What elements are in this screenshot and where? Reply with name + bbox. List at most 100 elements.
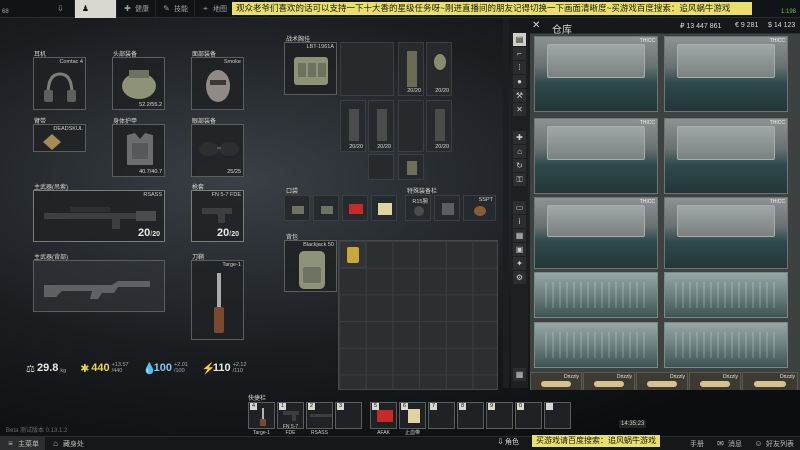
bottom-bar: ≡主菜单 ⌂藏身处 交易 手册 ✉消息 ☺好友列表 — [0, 436, 800, 450]
rig-mag-1[interactable]: 20/20 — [398, 42, 424, 96]
thicc-case[interactable]: THICC — [534, 197, 658, 269]
rig-mag-3[interactable]: 20/20 — [340, 100, 366, 152]
ammo-box[interactable] — [534, 272, 658, 318]
item-icon — [292, 206, 304, 214]
thicc-case[interactable]: THICC — [664, 36, 788, 112]
filter-food-icon[interactable]: ⌂ — [513, 145, 526, 158]
hotbar-slot[interactable]: 2 RSASS — [306, 402, 333, 436]
close-icon[interactable]: ✕ — [532, 20, 540, 31]
pocket-4[interactable] — [371, 195, 397, 221]
hotbar-slot[interactable]: 6 止血带 — [399, 402, 426, 436]
tab-character[interactable]: ♟ — [75, 0, 117, 18]
thicc-case[interactable]: THICC — [664, 197, 788, 269]
stash-grid[interactable]: THICC THICC THICC THICC THICC THICC Driz… — [530, 34, 800, 390]
rig-small-1[interactable] — [368, 154, 394, 180]
hotbar-slot[interactable]: 9 — [486, 402, 513, 429]
backpack-grid[interactable] — [338, 240, 498, 390]
main-menu-button[interactable]: ≡ 主菜单 — [0, 436, 45, 450]
primary-back-slot[interactable]: 主武器(背部) — [33, 255, 165, 312]
rig-mag-4[interactable]: 20/20 — [368, 100, 394, 152]
filter-ammo-icon[interactable]: ⁞ — [513, 61, 526, 74]
rig-slot[interactable]: LBT-1961A — [284, 42, 337, 95]
thicc-case[interactable]: THICC — [534, 36, 658, 112]
eyewear-slot[interactable]: 眼部装备 25/25 — [191, 119, 244, 177]
hotbar-slot[interactable]: 7 — [428, 402, 455, 429]
hotbar-slot[interactable]: 0 — [515, 402, 542, 429]
filter-grid-icon[interactable]: ▦ — [513, 368, 526, 381]
rig-mag-2[interactable]: 20/20 — [426, 42, 452, 96]
friends-button[interactable]: ☺ 好友列表 — [748, 437, 800, 450]
handbook-button[interactable]: 手册 — [684, 437, 710, 450]
filter-info-icon[interactable]: i — [513, 215, 526, 228]
messages-button[interactable]: ✉ 消息 — [710, 437, 748, 450]
armor-slot[interactable]: 身体护甲 40.7/40.7 — [112, 119, 165, 177]
tab-download[interactable]: ⇩ — [50, 0, 75, 18]
grenade-icon — [434, 54, 446, 70]
armor-durability: 40.7/40.7 — [139, 169, 162, 175]
special-slot-1[interactable]: R15腕 — [405, 195, 431, 221]
drizzly-item[interactable]: Drizzly — [689, 372, 741, 390]
backpack-item-1[interactable] — [339, 241, 366, 268]
special-slot-3[interactable]: SSPT — [463, 195, 496, 221]
weight-stat: ⚖ 29.8 kg — [26, 362, 66, 375]
pocket-3[interactable] — [342, 195, 368, 221]
ammo-box[interactable] — [664, 322, 788, 368]
role-button[interactable]: ⇩角色 — [496, 437, 519, 447]
rig-pouch-large[interactable] — [340, 42, 394, 96]
pocket-1[interactable] — [284, 195, 310, 221]
hotbar-slot[interactable]: 1 FN 5-7 FDE — [277, 402, 304, 436]
euros-balance: € 9 281 — [735, 22, 759, 29]
rig-small-2[interactable] — [398, 154, 424, 180]
filter-all-icon[interactable]: ▤ — [513, 33, 526, 46]
earpiece-slot[interactable]: 耳机 Comtac 4 — [33, 52, 86, 110]
filter-cross-icon[interactable]: ✕ — [513, 103, 526, 116]
hotbar-slot[interactable]: 4 Targe-1 — [248, 402, 275, 436]
filter-keys-icon[interactable]: ⚿ — [513, 173, 526, 186]
filter-grenade-icon[interactable]: ● — [513, 75, 526, 88]
drizzly-item[interactable]: Drizzly — [530, 372, 582, 390]
tab-map[interactable]: ⌖ 地图 — [195, 0, 234, 18]
tab-skills[interactable]: ✎ 技能 — [156, 0, 195, 18]
thicc-case[interactable]: THICC — [664, 118, 788, 194]
rig-mag-6[interactable]: 20/20 — [426, 100, 452, 152]
melee-slot[interactable]: 刀鞘 Targe-1 — [191, 255, 244, 340]
menu-icon: ≡ — [8, 439, 13, 448]
backpack-slot[interactable]: Blackjack 50 — [284, 240, 337, 292]
armband-slot[interactable]: 臂带 DEADSKUL — [33, 119, 86, 152]
filter-refresh-icon[interactable]: ↻ — [513, 159, 526, 172]
primary-name: RSASS — [143, 192, 162, 198]
hideout-button[interactable]: ⌂ 藏身处 — [45, 437, 90, 450]
filter-settings-icon[interactable]: ⚙ — [513, 271, 526, 284]
ammo-box[interactable] — [534, 322, 658, 368]
tab-health[interactable]: ✚ 健康 — [117, 0, 156, 18]
ammo-box[interactable] — [664, 272, 788, 318]
hotbar-slot[interactable]: 8 — [457, 402, 484, 429]
filter-container-icon[interactable]: ▭ — [513, 201, 526, 214]
top-stats: 68 — [0, 0, 50, 18]
filter-map-icon[interactable]: ▦ — [513, 229, 526, 242]
thicc-case[interactable]: THICC — [534, 118, 658, 194]
hotbar-slot[interactable] — [544, 402, 571, 429]
item-icon — [321, 206, 333, 214]
primary-weapon-slot[interactable]: 主武器(吊索) RSASS 20/20 — [33, 185, 165, 242]
health-icon: ✚ — [124, 4, 131, 13]
filter-barter-icon[interactable]: ▣ — [513, 243, 526, 256]
magazine-icon — [349, 109, 359, 141]
drizzly-item[interactable]: Drizzly — [742, 372, 798, 390]
drizzly-item[interactable]: Drizzly — [583, 372, 635, 390]
filter-mods-icon[interactable]: ✦ — [513, 257, 526, 270]
headwear-slot[interactable]: 头部装备 52.2/55.2 — [112, 52, 165, 110]
hotbar-slot[interactable]: 3 — [335, 402, 362, 429]
hotbar-slot[interactable]: 5 AFAK — [370, 402, 397, 436]
holster-slot[interactable]: 枪套 FN 5-7 FDE 20/20 — [191, 185, 244, 242]
rig-mag-5[interactable] — [398, 100, 424, 152]
melee-name: Targe-1 — [222, 262, 241, 268]
filter-medical-icon[interactable]: ✚ — [513, 131, 526, 144]
filter-tools-icon[interactable]: ⚒ — [513, 89, 526, 102]
pocket-2[interactable] — [313, 195, 339, 221]
special-slot-2[interactable] — [434, 195, 460, 221]
face-slot[interactable]: 面部装备 Smoke — [191, 52, 244, 110]
filter-weapon-icon[interactable]: ⌐ — [513, 47, 526, 60]
drizzly-item[interactable]: Drizzly — [636, 372, 688, 390]
armband-name: DEADSKUL — [53, 126, 83, 132]
